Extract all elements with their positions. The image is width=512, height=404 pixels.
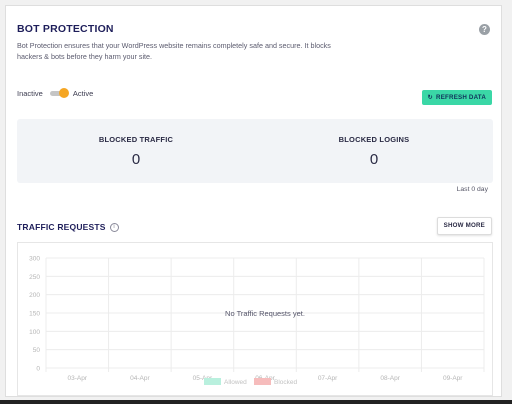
bottom-bar: [0, 400, 512, 404]
refresh-data-button[interactable]: ↻ REFRESH DATA: [421, 90, 492, 105]
blocked-traffic-stat: BLOCKED TRAFFIC 0: [17, 135, 255, 168]
traffic-requests-heading: TRAFFIC REQUESTS i: [17, 222, 119, 232]
legend-swatch-allowed: [204, 378, 221, 385]
show-more-button[interactable]: SHOW MORE: [436, 217, 492, 235]
refresh-data-label: REFRESH DATA: [436, 94, 486, 101]
empty-chart-message: No Traffic Requests yet.: [225, 309, 305, 318]
y-tick-label: 100: [29, 329, 40, 336]
info-circle-icon[interactable]: i: [109, 222, 119, 232]
blocked-traffic-value: 0: [131, 151, 141, 168]
y-tick-label: 150: [29, 311, 40, 318]
stats-panel: BLOCKED TRAFFIC 0 BLOCKED LOGINS 0: [17, 119, 493, 183]
toggle-inactive-label: Inactive: [17, 89, 43, 98]
y-tick-label: 250: [29, 274, 40, 281]
x-tick-label: 08-Apr: [380, 375, 400, 382]
traffic-chart: 30025020015010050003-Apr04-Apr05-Apr06-A…: [17, 242, 493, 396]
y-tick-label: 50: [33, 347, 41, 354]
bot-protection-title: BOT PROTECTION: [17, 23, 114, 35]
blocked-logins-stat: BLOCKED LOGINS 0: [255, 135, 493, 168]
y-tick-label: 0: [36, 366, 40, 373]
legend-label-allowed: Allowed: [224, 379, 247, 386]
x-tick-label: 03-Apr: [68, 375, 88, 382]
toggle-knob: [58, 88, 69, 98]
stats-period: Last 0 day: [456, 186, 488, 193]
y-tick-label: 200: [29, 292, 40, 299]
protection-toggle[interactable]: [49, 88, 69, 98]
traffic-requests-title: TRAFFIC REQUESTS: [17, 222, 106, 232]
legend-swatch-blocked: [254, 378, 271, 385]
traffic-chart-svg: 30025020015010050003-Apr04-Apr05-Apr06-A…: [29, 256, 485, 386]
x-tick-label: 04-Apr: [130, 375, 150, 382]
question-circle-icon[interactable]: ?: [479, 24, 490, 35]
blocked-traffic-label: BLOCKED TRAFFIC: [98, 135, 174, 144]
toggle-active-label: Active: [72, 89, 94, 98]
y-tick-label: 300: [29, 256, 40, 263]
bot-protection-description: Bot Protection ensures that your WordPre…: [17, 41, 331, 61]
blocked-logins-value: 0: [369, 151, 379, 168]
refresh-icon: ↻: [427, 94, 434, 101]
legend-label-blocked: Blocked: [274, 379, 298, 386]
bot-protection-card: BOT PROTECTION ? Bot Protection ensures …: [5, 5, 502, 397]
blocked-logins-label: BLOCKED LOGINS: [338, 135, 410, 144]
x-tick-label: 09-Apr: [443, 375, 463, 382]
x-tick-label: 07-Apr: [318, 375, 338, 382]
protection-toggle-row: Inactive Active: [17, 88, 94, 98]
